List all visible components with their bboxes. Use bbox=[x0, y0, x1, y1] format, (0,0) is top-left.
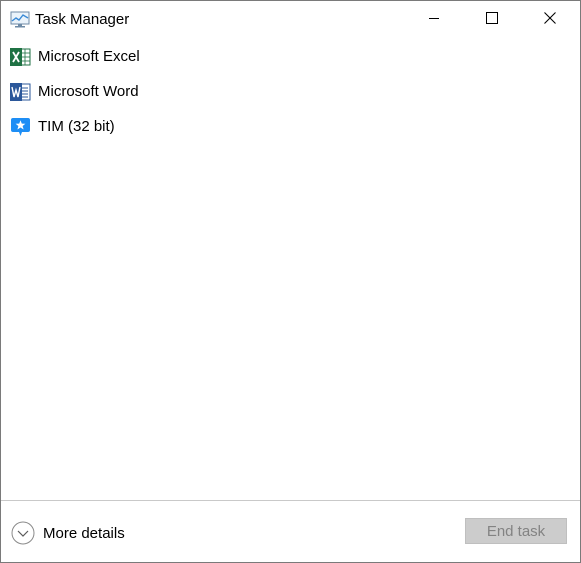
maximize-icon bbox=[486, 11, 498, 29]
task-manager-window: Task Manager Microsoft Excel Microsoft W… bbox=[0, 0, 581, 563]
tim-icon bbox=[10, 117, 31, 137]
chevron-down-circle-icon bbox=[11, 521, 35, 545]
end-task-button[interactable]: End task bbox=[465, 518, 567, 544]
app-label: Microsoft Word bbox=[38, 83, 139, 100]
more-details-button[interactable]: More details bbox=[11, 520, 125, 546]
word-icon bbox=[10, 82, 31, 102]
footer-bar: More details End task bbox=[1, 501, 580, 562]
window-title: Task Manager bbox=[35, 11, 130, 28]
title-bar[interactable]: Task Manager bbox=[1, 1, 580, 39]
task-manager-icon bbox=[10, 11, 30, 29]
excel-icon bbox=[10, 47, 31, 67]
app-label: TIM (32 bit) bbox=[38, 118, 115, 135]
app-row-tim[interactable]: TIM (32 bit) bbox=[1, 109, 580, 144]
minimize-icon bbox=[428, 11, 440, 29]
app-list: Microsoft Excel Microsoft Word TIM (32 b… bbox=[1, 39, 580, 499]
app-label: Microsoft Excel bbox=[38, 48, 140, 65]
close-icon bbox=[544, 11, 556, 29]
close-button[interactable] bbox=[521, 1, 579, 39]
minimize-button[interactable] bbox=[405, 1, 463, 39]
app-row-word[interactable]: Microsoft Word bbox=[1, 74, 580, 109]
app-row-excel[interactable]: Microsoft Excel bbox=[1, 39, 580, 74]
maximize-button[interactable] bbox=[463, 1, 521, 39]
more-details-label: More details bbox=[43, 524, 125, 542]
